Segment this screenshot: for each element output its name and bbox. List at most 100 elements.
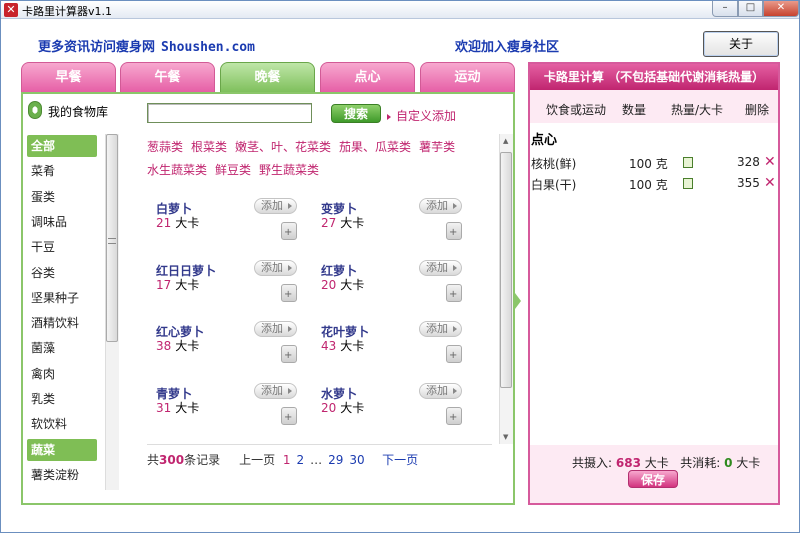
food-detail-icon[interactable] bbox=[446, 345, 462, 363]
subcategory-link[interactable]: 嫩茎、叶、花菜类 bbox=[235, 140, 331, 154]
add-food-button[interactable]: 添加 bbox=[419, 198, 462, 214]
edit-icon[interactable] bbox=[683, 157, 693, 168]
food-card: 花叶萝卜 43 大卡 添加 bbox=[321, 321, 471, 378]
calc-item-qty: 100 克 bbox=[629, 157, 668, 171]
add-food-button[interactable]: 添加 bbox=[254, 198, 297, 214]
food-detail-icon[interactable] bbox=[281, 222, 297, 240]
food-detail-icon[interactable] bbox=[446, 222, 462, 240]
food-detail-icon[interactable] bbox=[281, 283, 297, 302]
tab-1[interactable]: 午餐 bbox=[120, 62, 215, 92]
food-calories: 20 大卡 bbox=[321, 400, 365, 415]
divider bbox=[147, 444, 492, 445]
calc-section-title: 点心 bbox=[531, 133, 558, 148]
category-item[interactable]: 干豆 bbox=[27, 236, 97, 258]
category-item[interactable]: 薯类淀粉 bbox=[27, 464, 97, 486]
close-window-button[interactable]: ✕ bbox=[763, 1, 799, 17]
minimize-button[interactable]: – bbox=[712, 1, 738, 17]
food-card: 红萝卜 20 大卡 添加 bbox=[321, 259, 471, 317]
app-icon: ✕ bbox=[4, 3, 18, 17]
col-qty: 数量 bbox=[622, 103, 647, 117]
food-calories: 21 大卡 bbox=[156, 216, 200, 230]
subcategory-link[interactable]: 鲜豆类 bbox=[215, 163, 251, 177]
category-item[interactable]: 菌藻 bbox=[27, 337, 97, 359]
delete-icon[interactable]: ✕ bbox=[764, 154, 776, 170]
site-link[interactable]: Shoushen.com bbox=[161, 40, 255, 55]
food-card: 变萝卜 27 大卡 添加 bbox=[321, 198, 471, 255]
maximize-button[interactable]: □ bbox=[738, 1, 763, 17]
food-calories: 17 大卡 bbox=[156, 277, 200, 292]
food-list-scrollbar-thumb[interactable] bbox=[500, 152, 512, 388]
category-item[interactable]: 全部 bbox=[27, 135, 97, 157]
page-link[interactable]: 1 bbox=[283, 453, 291, 467]
category-item[interactable]: 调味品 bbox=[27, 211, 97, 233]
library-icon bbox=[28, 101, 42, 119]
calc-totals: 共摄入: 683 大卡 共消耗: 0 大卡 bbox=[572, 456, 761, 470]
page-link[interactable]: 30 bbox=[349, 453, 364, 467]
window-title: 卡路里计算器v1.1 bbox=[22, 5, 113, 18]
category-item[interactable]: 蛋类 bbox=[27, 186, 97, 208]
tab-2[interactable]: 晚餐 bbox=[220, 62, 315, 92]
food-card: 红心萝卜 38 大卡 添加 bbox=[156, 321, 306, 378]
subcategory-link[interactable]: 薯芋类 bbox=[419, 140, 455, 154]
food-calories: 27 大卡 bbox=[321, 216, 365, 230]
expand-arrow-icon[interactable] bbox=[515, 293, 521, 309]
category-item[interactable]: 乳类 bbox=[27, 388, 97, 410]
category-item[interactable]: 酒精饮料 bbox=[27, 312, 97, 334]
food-detail-icon[interactable] bbox=[281, 345, 297, 363]
delete-icon[interactable]: ✕ bbox=[764, 175, 776, 191]
subcategory-link[interactable]: 水生蔬菜类 bbox=[147, 163, 207, 177]
page-link[interactable]: 2 bbox=[296, 453, 304, 467]
next-page-link[interactable]: 下一页 bbox=[382, 453, 418, 467]
calc-item-qty: 100 克 bbox=[629, 178, 668, 192]
food-detail-icon[interactable] bbox=[446, 283, 462, 302]
food-card: 白萝卜 21 大卡 添加 bbox=[156, 198, 306, 255]
category-item[interactable]: 禽肉 bbox=[27, 363, 97, 385]
calc-item-name: 核桃(鲜) bbox=[531, 157, 577, 171]
calc-row: 白果(干) 100 克 355 ✕ bbox=[531, 175, 776, 194]
food-detail-icon[interactable] bbox=[446, 406, 462, 425]
promo-text[interactable]: 更多资讯访问瘦身网 Shoushen.com bbox=[38, 36, 255, 55]
prev-page-link[interactable]: 上一页 bbox=[239, 453, 275, 467]
edit-icon[interactable] bbox=[683, 178, 693, 189]
col-item: 饮食或运动 bbox=[546, 103, 607, 117]
subcategory-link[interactable]: 茄果、瓜菜类 bbox=[339, 140, 411, 154]
tab-3[interactable]: 点心 bbox=[320, 62, 415, 92]
category-item[interactable]: 软饮料 bbox=[27, 413, 97, 435]
save-button[interactable]: 保存 bbox=[628, 470, 678, 488]
food-calories: 20 大卡 bbox=[321, 277, 365, 292]
custom-add-link[interactable]: 自定义添加 bbox=[387, 107, 456, 124]
tab-0[interactable]: 早餐 bbox=[21, 62, 116, 92]
add-food-button[interactable]: 添加 bbox=[419, 259, 462, 276]
welcome-link[interactable]: 欢迎加入瘦身社区 bbox=[455, 36, 559, 55]
add-food-button[interactable]: 添加 bbox=[254, 382, 297, 399]
food-card: 水萝卜 20 大卡 添加 bbox=[321, 382, 471, 440]
category-item[interactable]: 坚果种子 bbox=[27, 287, 97, 309]
food-calories: 38 大卡 bbox=[156, 339, 200, 353]
grip-icon bbox=[108, 238, 116, 244]
category-item[interactable]: 谷类 bbox=[27, 262, 97, 284]
subcategory-link[interactable]: 葱蒜类 bbox=[147, 140, 183, 154]
scroll-down-icon[interactable]: ▼ bbox=[503, 433, 508, 441]
scroll-up-icon[interactable]: ▲ bbox=[503, 137, 508, 145]
record-count: 300 bbox=[159, 453, 185, 467]
about-button[interactable]: 关于 bbox=[703, 31, 779, 57]
category-item[interactable]: 蔬菜 bbox=[27, 438, 97, 461]
burn-value: 0 bbox=[724, 456, 733, 470]
add-food-button[interactable]: 添加 bbox=[254, 321, 297, 337]
add-food-button[interactable]: 添加 bbox=[254, 259, 297, 276]
add-food-button[interactable]: 添加 bbox=[419, 321, 462, 337]
subcategory-link[interactable]: 野生蔬菜类 bbox=[259, 163, 319, 177]
category-item[interactable]: 菜肴 bbox=[27, 160, 97, 182]
search-input[interactable] bbox=[147, 103, 312, 123]
add-food-button[interactable]: 添加 bbox=[419, 382, 462, 399]
subcategory-link[interactable]: 根菜类 bbox=[191, 140, 227, 154]
search-button[interactable]: 搜索 bbox=[331, 104, 381, 123]
title-bar[interactable]: ✕ 卡路里计算器v1.1 – □ ✕ bbox=[1, 1, 799, 19]
food-card: 红日日萝卜 17 大卡 添加 bbox=[156, 259, 306, 317]
page-link[interactable]: 29 bbox=[328, 453, 343, 467]
food-calories: 43 大卡 bbox=[321, 339, 365, 353]
food-detail-icon[interactable] bbox=[281, 406, 297, 425]
tab-4[interactable]: 运动 bbox=[420, 62, 515, 92]
calc-row: 核桃(鲜) 100 克 328 ✕ bbox=[531, 154, 776, 173]
food-card: 青萝卜 31 大卡 添加 bbox=[156, 382, 306, 440]
